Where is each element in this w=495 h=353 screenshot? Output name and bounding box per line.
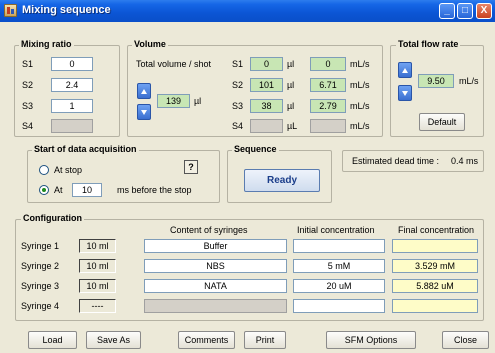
syringe-4-content-input [144, 299, 287, 313]
volume-unit-s1: µl [287, 59, 295, 69]
volume-field-s2: 101 [250, 78, 283, 92]
flow-rate-unit: mL/s [459, 76, 479, 86]
syringe-2-final-field: 3.529 mM [392, 259, 478, 273]
syringe-3-label: Syringe 3 [21, 281, 60, 291]
maximize-icon: □ [461, 5, 469, 16]
initial-header: Initial concentration [297, 225, 375, 235]
syringe-1-label: Syringe 1 [21, 241, 60, 251]
volume-unit-s4: µL [287, 121, 298, 131]
volume-label-s2: S2 [232, 80, 244, 90]
title-bar[interactable]: Mixing sequence _ □ X [0, 0, 495, 22]
syringe-2-content-input[interactable]: NBS [144, 259, 287, 273]
at-radio[interactable] [39, 185, 49, 195]
at-ms-input[interactable]: 10 [72, 183, 102, 197]
total-volume-down-button[interactable] [137, 104, 151, 120]
flow-rate-title: Total flow rate [396, 39, 461, 49]
ready-button[interactable]: Ready [244, 169, 320, 192]
sfm-options-button[interactable]: SFM Options [326, 331, 416, 349]
acquisition-title: Start of data acquisition [32, 144, 139, 154]
ratio-label-s1: S1 [22, 59, 34, 69]
ratio-label-s4: S4 [22, 121, 34, 131]
volume-field-s1: 0 [250, 57, 283, 71]
syringe-4-label: Syringe 4 [21, 301, 60, 311]
syringe-2-initial-input[interactable]: 5 mM [293, 259, 385, 273]
flow-rate-up-button[interactable] [398, 62, 412, 78]
volume-unit-s3: µl [287, 101, 295, 111]
syringe-4-initial-input[interactable] [293, 299, 385, 313]
mixing-ratio-title: Mixing ratio [19, 39, 74, 49]
syringe-1-final-field [392, 239, 478, 253]
syringe-4-final-field [392, 299, 478, 313]
close-window-button[interactable]: X [476, 3, 492, 19]
flow-unit-s2: mL/s [350, 80, 370, 90]
maximize-button[interactable]: □ [457, 3, 473, 19]
flow-field-s3: 2.79 [310, 99, 346, 113]
ratio-input-s1[interactable]: 0 [51, 57, 93, 71]
total-volume-label: Total volume / shot [136, 59, 212, 69]
ratio-input-s3[interactable]: 1 [51, 99, 93, 113]
flow-field-s2: 6.71 [310, 78, 346, 92]
minimize-button[interactable]: _ [439, 3, 455, 19]
flow-rate-down-button[interactable] [398, 85, 412, 101]
flow-unit-s1: mL/s [350, 59, 370, 69]
save-as-button[interactable]: Save As [86, 331, 141, 349]
minimize-icon: _ [444, 5, 450, 16]
ratio-input-s2[interactable]: 2.4 [51, 78, 93, 92]
dead-time-value: 0.4 ms [451, 156, 479, 166]
final-header: Final concentration [398, 225, 475, 235]
syringe-4-size: ---- [79, 299, 116, 313]
syringe-1-size: 10 ml [79, 239, 116, 253]
volume-unit-s2: µl [287, 80, 295, 90]
at-suffix-label: ms before the stop [117, 185, 192, 195]
total-volume-field: 139 [157, 94, 190, 108]
volume-label-s3: S3 [232, 101, 244, 111]
comments-button[interactable]: Comments [178, 331, 235, 349]
arrow-down-icon [141, 110, 147, 115]
acquisition-group [27, 150, 220, 203]
arrow-down-icon [402, 91, 408, 96]
dead-time-label: Estimated dead time : [352, 156, 440, 166]
volume-field-s4 [250, 119, 283, 133]
ratio-label-s3: S3 [22, 101, 34, 111]
ratio-input-s4 [51, 119, 93, 133]
default-button[interactable]: Default [419, 113, 465, 131]
volume-label-s1: S1 [232, 59, 244, 69]
syringe-3-final-field: 5.882 uM [392, 279, 478, 293]
volume-field-s3: 38 [250, 99, 283, 113]
configuration-title: Configuration [21, 213, 84, 223]
flow-unit-s3: mL/s [350, 101, 370, 111]
total-volume-unit: µl [194, 96, 202, 106]
load-button[interactable]: Load [28, 331, 77, 349]
volume-label-s4: S4 [232, 121, 244, 131]
arrow-up-icon [141, 89, 147, 94]
syringe-3-content-input[interactable]: NATA [144, 279, 287, 293]
flow-field-s1: 0 [310, 57, 346, 71]
content-header: Content of syringes [170, 225, 248, 235]
window-title: Mixing sequence [22, 4, 111, 16]
volume-title: Volume [132, 39, 168, 49]
at-stop-radio[interactable] [39, 165, 49, 175]
flow-rate-field: 9.50 [418, 74, 454, 88]
at-stop-label: At stop [54, 165, 83, 175]
radio-selected-dot [42, 188, 46, 192]
syringe-2-label: Syringe 2 [21, 261, 60, 271]
close-button[interactable]: Close [442, 331, 489, 349]
total-volume-up-button[interactable] [137, 83, 151, 99]
syringe-3-size: 10 ml [79, 279, 116, 293]
syringe-3-initial-input[interactable]: 20 uM [293, 279, 385, 293]
flow-unit-s4: mL/s [350, 121, 370, 131]
syringe-1-initial-input[interactable] [293, 239, 385, 253]
print-button[interactable]: Print [244, 331, 286, 349]
app-icon [4, 4, 17, 17]
close-icon: X [480, 5, 488, 16]
help-icon[interactable]: ? [184, 160, 198, 174]
syringe-2-size: 10 ml [79, 259, 116, 273]
sequence-title: Sequence [232, 144, 279, 154]
syringe-1-content-input[interactable]: Buffer [144, 239, 287, 253]
arrow-up-icon [402, 68, 408, 73]
at-label: At [54, 185, 63, 195]
ratio-label-s2: S2 [22, 80, 34, 90]
mixing-sequence-window: Mixing sequence _ □ X Mixing ratio S1 0 … [0, 0, 495, 353]
flow-field-s4 [310, 119, 346, 133]
